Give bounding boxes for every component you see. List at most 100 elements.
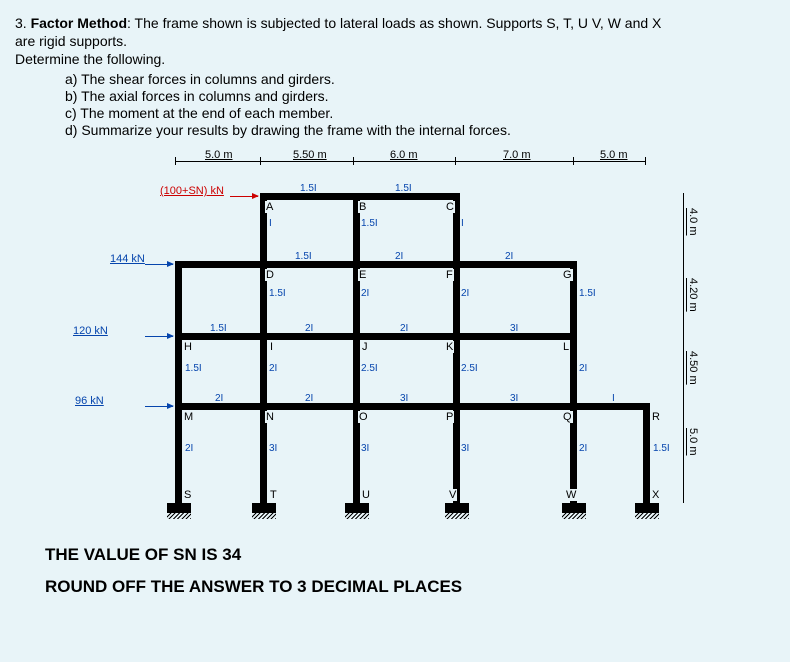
girder-val: 1.5I <box>210 323 227 334</box>
method-name: Factor Method <box>31 15 127 31</box>
node-K: K <box>445 341 454 353</box>
node-C: C <box>445 201 455 213</box>
node-V: V <box>448 489 457 501</box>
frame-diagram: 5.0 m 5.50 m 6.0 m 7.0 m 5.0 m 4.0 m 4.2… <box>55 153 735 533</box>
girder-val: 3I <box>400 393 408 404</box>
node-T: T <box>269 489 278 501</box>
load-arrow-3 <box>145 336 173 337</box>
col-val: 1.5I <box>269 288 286 299</box>
dim-h3: 4.50 m <box>687 351 699 385</box>
dim-d3: 6.0 m <box>390 149 418 161</box>
col-val: 2I <box>579 363 587 374</box>
col-val: I <box>461 218 464 229</box>
col-2 <box>260 193 267 503</box>
node-J: J <box>361 341 369 353</box>
problem-desc: : The frame shown is subjected to latera… <box>127 15 661 31</box>
problem-line2: are rigid supports. <box>15 33 775 49</box>
node-D: D <box>265 269 275 281</box>
col-val: 2.5I <box>461 363 478 374</box>
girder-val: 2I <box>305 393 313 404</box>
node-B: B <box>358 201 367 213</box>
girder-level3 <box>175 333 575 340</box>
support-W <box>562 503 586 513</box>
support-X <box>635 503 659 513</box>
col-val: 1.5I <box>653 443 670 454</box>
support-T <box>252 503 276 513</box>
col-3 <box>353 193 360 503</box>
col-val: 2I <box>579 443 587 454</box>
node-W: W <box>565 489 577 501</box>
dim-d1: 5.0 m <box>205 149 233 161</box>
support-V <box>445 503 469 513</box>
girder-level4 <box>175 403 650 410</box>
col-val: 2I <box>269 363 277 374</box>
girder-val: 2I <box>215 393 223 404</box>
dim-d5: 5.0 m <box>600 149 628 161</box>
girder-val: I <box>612 393 615 404</box>
col-1 <box>175 261 182 503</box>
dim-h2: 4.20 m <box>687 278 699 312</box>
node-R: R <box>651 411 661 423</box>
support-U <box>345 503 369 513</box>
dim-line-right <box>683 193 684 503</box>
node-M: M <box>183 411 194 423</box>
item-b: b) The axial forces in columns and girde… <box>65 88 775 104</box>
col-val: 3I <box>269 443 277 454</box>
col-val: 2I <box>461 288 469 299</box>
col-val: 1.5I <box>361 218 378 229</box>
node-O: O <box>358 411 369 423</box>
dim-d4: 7.0 m <box>503 149 531 161</box>
girder-val: 3I <box>510 323 518 334</box>
col-val: 1.5I <box>185 363 202 374</box>
dim-h1: 4.0 m <box>687 208 699 236</box>
footer-line1: THE VALUE OF SN IS 34 <box>45 545 775 565</box>
footer-line2: ROUND OFF THE ANSWER TO 3 DECIMAL PLACES <box>45 577 775 597</box>
node-L: L <box>562 341 570 353</box>
node-X: X <box>651 489 660 501</box>
col-6 <box>643 403 650 503</box>
node-E: E <box>358 269 367 281</box>
girder-val: 1.5I <box>300 183 317 194</box>
girder-level2 <box>175 261 575 268</box>
node-N: N <box>265 411 275 423</box>
problem-heading: 3. Factor Method: The frame shown is sub… <box>15 15 775 31</box>
item-d: d) Summarize your results by drawing the… <box>65 122 775 138</box>
node-H: H <box>183 341 193 353</box>
item-c: c) The moment at the end of each member. <box>65 105 775 121</box>
girder-val: 2I <box>400 323 408 334</box>
dim-line-top <box>175 161 645 162</box>
node-Q: Q <box>562 411 573 423</box>
col-val: 2I <box>185 443 193 454</box>
col-val: 1.5I <box>579 288 596 299</box>
col-val: 3I <box>361 443 369 454</box>
load-2: 144 kN <box>110 253 145 265</box>
load-arrow-4 <box>145 406 173 407</box>
girder-val: 3I <box>510 393 518 404</box>
load-1: (100+SN) kN <box>160 185 224 197</box>
item-a: a) The shear forces in columns and girde… <box>65 71 775 87</box>
node-P: P <box>445 411 454 423</box>
girder-val: 2I <box>395 251 403 262</box>
col-5 <box>570 261 577 503</box>
problem-line3: Determine the following. <box>15 51 775 67</box>
node-G: G <box>562 269 573 281</box>
girder-val: 2I <box>305 323 313 334</box>
dim-d2: 5.50 m <box>293 149 327 161</box>
node-S: S <box>183 489 192 501</box>
node-U: U <box>361 489 371 501</box>
col-val: 2.5I <box>361 363 378 374</box>
girder-val: 2I <box>505 251 513 262</box>
col-val: I <box>269 218 272 229</box>
load-3: 120 kN <box>73 325 108 337</box>
load-arrow-2 <box>145 264 173 265</box>
dim-h4: 5.0 m <box>687 428 699 456</box>
girder-val: 1.5I <box>295 251 312 262</box>
girder-level1 <box>260 193 460 200</box>
sub-items-list: a) The shear forces in columns and girde… <box>65 71 775 138</box>
node-A: A <box>265 201 274 213</box>
girder-val: 1.5I <box>395 183 412 194</box>
node-F: F <box>445 269 454 281</box>
problem-number: 3. <box>15 15 27 31</box>
col-val: 2I <box>361 288 369 299</box>
load-4: 96 kN <box>75 395 104 407</box>
